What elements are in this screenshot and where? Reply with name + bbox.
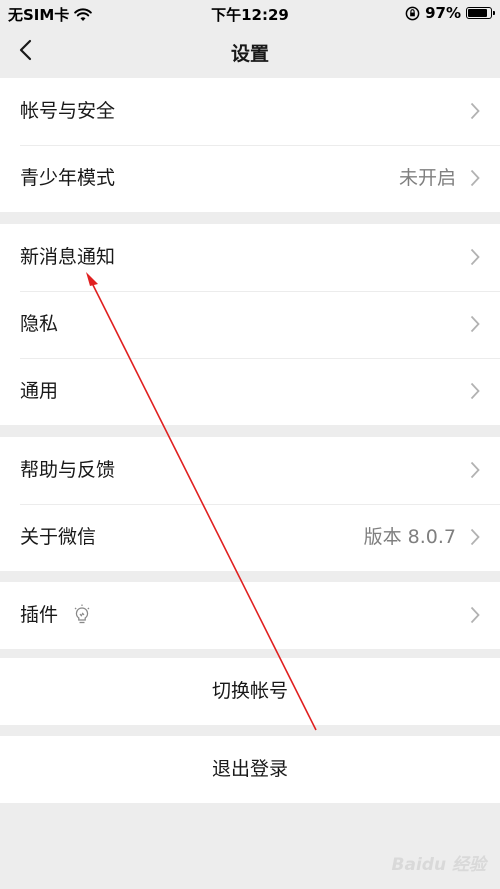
settings-item-teen-mode[interactable]: 青少年模式 未开启 (0, 145, 500, 212)
settings-group-plugins: 插件 (0, 582, 500, 649)
settings-group-help: 帮助与反馈 关于微信 版本 8.0.7 (0, 437, 500, 571)
baidu-watermark: Baidu 经验 (391, 855, 486, 875)
chevron-right-icon (470, 528, 480, 546)
nav-bar: 设置 (0, 26, 500, 78)
battery-fill (468, 9, 487, 17)
settings-item-label: 关于微信 (20, 526, 97, 548)
switch-account-button[interactable]: 切换帐号 (0, 658, 500, 725)
chevron-right-icon (470, 102, 480, 120)
settings-item-label: 隐私 (20, 313, 59, 335)
row-divider (20, 504, 500, 505)
settings-item-label: 帮助与反馈 (20, 459, 116, 481)
orientation-lock-icon (405, 6, 420, 20)
settings-item-value: 版本 8.0.7 (363, 526, 456, 548)
settings-item-new-message-notification[interactable]: 新消息通知 (0, 224, 500, 291)
chevron-right-icon (470, 606, 480, 624)
battery-percent: 97% (425, 4, 461, 22)
settings-item-label: 通用 (20, 380, 59, 402)
battery-icon (466, 7, 495, 19)
settings-group-notifications: 新消息通知 隐私 通用 (0, 224, 500, 425)
logout-button[interactable]: 退出登录 (0, 736, 500, 803)
chevron-right-icon (470, 169, 480, 187)
chevron-right-icon (470, 382, 480, 400)
settings-item-plugins[interactable]: 插件 (0, 582, 500, 649)
settings-item-help-feedback[interactable]: 帮助与反馈 (0, 437, 500, 504)
chevron-right-icon (470, 461, 480, 479)
settings-item-label: 插件 (20, 604, 59, 626)
settings-item-label: 帐号与安全 (20, 100, 116, 122)
page-title: 设置 (230, 43, 269, 65)
chevron-right-icon (470, 248, 480, 266)
settings-item-general[interactable]: 通用 (0, 358, 500, 425)
row-divider (20, 291, 500, 292)
settings-group-account: 帐号与安全 青少年模式 未开启 (0, 78, 500, 212)
lightbulb-icon (74, 604, 90, 624)
settings-item-about-wechat[interactable]: 关于微信 版本 8.0.7 (0, 504, 500, 571)
settings-item-value: 未开启 (398, 167, 456, 189)
settings-item-label: 青少年模式 (20, 167, 116, 189)
row-divider (20, 358, 500, 359)
settings-item-account-security[interactable]: 帐号与安全 (0, 78, 500, 145)
settings-item-label: 新消息通知 (20, 246, 116, 268)
status-right: 97% (405, 4, 495, 22)
status-bar: 无SIM卡 下午12:29 97% (0, 0, 500, 26)
row-divider (20, 145, 500, 146)
chevron-right-icon (470, 315, 480, 333)
settings-item-privacy[interactable]: 隐私 (0, 291, 500, 358)
